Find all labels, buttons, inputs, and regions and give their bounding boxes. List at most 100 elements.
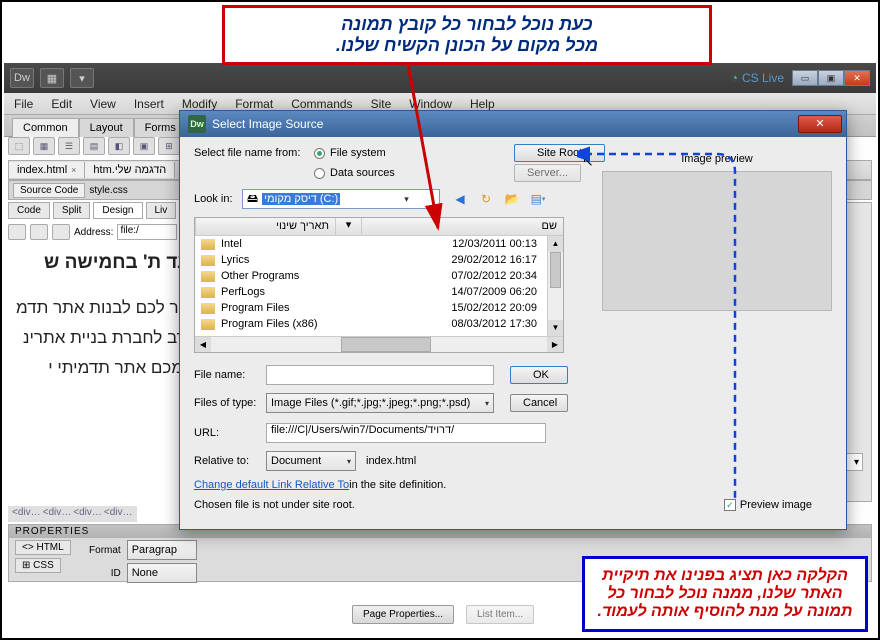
- cs-live[interactable]: ◔CS Live: [731, 71, 784, 85]
- col-name[interactable]: שם: [361, 218, 563, 235]
- insert-icon[interactable]: ◧: [108, 137, 130, 155]
- page-properties-button[interactable]: Page Properties...: [352, 605, 454, 624]
- annotation-bottom: הקלקה כאן תציג בפנינו את תיקיית האתר שלנ…: [582, 556, 868, 632]
- dropdown-icon[interactable]: ▾: [70, 68, 94, 88]
- tag-breadcrumb[interactable]: <div…<div…<div…<div…: [8, 506, 137, 522]
- file-name-input[interactable]: [266, 365, 494, 385]
- col-date[interactable]: תאריך שינוי: [195, 218, 335, 235]
- live-button[interactable]: Liv: [146, 202, 177, 219]
- select-from-label: Select file name from:: [194, 147, 314, 159]
- id-select[interactable]: None: [127, 563, 197, 583]
- refresh-icon[interactable]: ↻: [476, 190, 496, 208]
- view-menu-icon[interactable]: ▤▾: [528, 190, 548, 208]
- dw-icon: Dw: [188, 115, 206, 133]
- folder-icon: [201, 303, 215, 314]
- menu-edit[interactable]: Edit: [51, 97, 72, 111]
- annotation-top: כעת נוכל לבחור כל קובץ תמונה מכל מקום על…: [222, 5, 712, 65]
- file-system-radio[interactable]: [314, 148, 325, 159]
- up-folder-icon[interactable]: 📂: [502, 190, 522, 208]
- style-css-label[interactable]: style.css: [89, 185, 127, 196]
- insert-icon[interactable]: ⊞: [158, 137, 180, 155]
- back-icon[interactable]: [8, 224, 26, 240]
- look-in-value: (:C) דיסק מקומי: [262, 193, 340, 205]
- file-system-label: File system: [330, 147, 386, 159]
- sysbar-right: ◔CS Live ▭ ▣ ✕: [731, 70, 870, 86]
- bottom-buttons: Page Properties... List Item...: [352, 605, 534, 624]
- menu-site[interactable]: Site: [371, 97, 392, 111]
- folder-icon: [201, 271, 215, 282]
- doc-tab-index[interactable]: index.html×: [9, 162, 85, 178]
- address-label: Address:: [74, 227, 113, 238]
- file-row: Program Files (x86)08/03/2012 17:30: [195, 316, 563, 332]
- file-list: שם ▾ תאריך שינוי Intel12/03/2011 00:13 L…: [194, 217, 564, 353]
- relative-file: index.html: [366, 455, 416, 467]
- url-input[interactable]: file:///C|/Users/win7/Documents/דרויד/: [266, 423, 546, 443]
- view-code-button[interactable]: Code: [8, 202, 50, 219]
- tab-common[interactable]: Common: [12, 118, 79, 137]
- insert-icon[interactable]: ⬚: [8, 137, 30, 155]
- dialog-title: Select Image Source: [212, 117, 323, 131]
- window-close-icon[interactable]: ✕: [844, 70, 870, 86]
- list-item-button: List Item...: [466, 605, 534, 624]
- view-split-button[interactable]: Split: [53, 202, 90, 219]
- id-label: ID: [81, 568, 121, 579]
- menu-insert[interactable]: Insert: [134, 97, 164, 111]
- menu-view[interactable]: View: [90, 97, 116, 111]
- source-code-button[interactable]: Source Code: [13, 183, 85, 198]
- close-icon[interactable]: ×: [71, 165, 76, 175]
- insert-icon[interactable]: ▦: [33, 137, 55, 155]
- window-maximize-icon[interactable]: ▣: [818, 70, 844, 86]
- menu-file[interactable]: File: [14, 97, 33, 111]
- relative-to-select[interactable]: Document▾: [266, 451, 356, 471]
- window-minimize-icon[interactable]: ▭: [792, 70, 818, 86]
- menu-help[interactable]: Help: [470, 97, 495, 111]
- dialog-close-button[interactable]: ✕: [798, 115, 842, 133]
- format-select[interactable]: Paragrap: [127, 540, 197, 560]
- insert-icon[interactable]: ▣: [133, 137, 155, 155]
- blue-arrow-icon: [577, 142, 797, 522]
- insert-icon[interactable]: ☰: [58, 137, 80, 155]
- horizontal-scrollbar[interactable]: ◀▶: [195, 336, 563, 352]
- files-of-type-select[interactable]: Image Files (*.gif;*.jpg;*.jpeg;*.png;*.…: [266, 393, 494, 413]
- folder-icon: [201, 239, 215, 250]
- menu-modify[interactable]: Modify: [182, 97, 217, 111]
- data-sources-radio[interactable]: [314, 168, 325, 179]
- change-link[interactable]: Change default Link Relative To: [194, 479, 349, 491]
- format-label: Format: [81, 545, 121, 556]
- home-icon[interactable]: [52, 224, 70, 240]
- chosen-file-warning: Chosen file is not under site root.: [194, 499, 355, 511]
- address-input[interactable]: file:/: [117, 224, 177, 240]
- file-name-label: File name:: [194, 369, 266, 381]
- file-row: Intel12/03/2011 00:13: [195, 236, 563, 252]
- ok-button[interactable]: OK: [510, 366, 568, 384]
- data-sources-label: Data sources: [330, 167, 395, 179]
- file-list-body[interactable]: Intel12/03/2011 00:13 Lyrics29/02/2012 1…: [195, 236, 563, 336]
- file-row: PerfLogs14/07/2009 06:20: [195, 284, 563, 300]
- look-in-label: Look in:: [194, 193, 242, 205]
- files-of-type-label: Files of type:: [194, 397, 266, 409]
- css-tab-button[interactable]: ⊞ CSS: [15, 558, 61, 573]
- doc-tab-demo[interactable]: htm.הדגמה שלי: [85, 162, 175, 178]
- tab-layout[interactable]: Layout: [79, 118, 134, 137]
- red-arrow-icon: [402, 58, 462, 248]
- vertical-scrollbar[interactable]: ▲▼: [547, 236, 563, 336]
- folder-icon: [201, 287, 215, 298]
- layout-icon[interactable]: ▦: [40, 68, 64, 88]
- view-design-button[interactable]: Design: [93, 202, 142, 219]
- drive-icon: 🖴: [247, 190, 258, 209]
- address-row: Address: file:/: [8, 224, 177, 240]
- menu-commands[interactable]: Commands: [291, 97, 352, 111]
- cancel-button[interactable]: Cancel: [510, 394, 568, 412]
- forward-icon[interactable]: [30, 224, 48, 240]
- dialog-titlebar[interactable]: Dw Select Image Source ✕: [180, 111, 846, 137]
- view-buttons: Code Split Design Liv: [8, 202, 176, 219]
- file-row: Program Files15/02/2012 20:09: [195, 300, 563, 316]
- sysbar-left: Dw ▦ ▾: [10, 68, 94, 88]
- file-row: Lyrics29/02/2012 16:17: [195, 252, 563, 268]
- change-link-tail: in the site definition.: [349, 479, 446, 491]
- html-tab-button[interactable]: <> HTML: [15, 540, 71, 555]
- menu-format[interactable]: Format: [235, 97, 273, 111]
- insert-icon[interactable]: ▤: [83, 137, 105, 155]
- folder-icon: [201, 255, 215, 266]
- insert-icon-row: ⬚ ▦ ☰ ▤ ◧ ▣ ⊞ ☷: [8, 137, 205, 155]
